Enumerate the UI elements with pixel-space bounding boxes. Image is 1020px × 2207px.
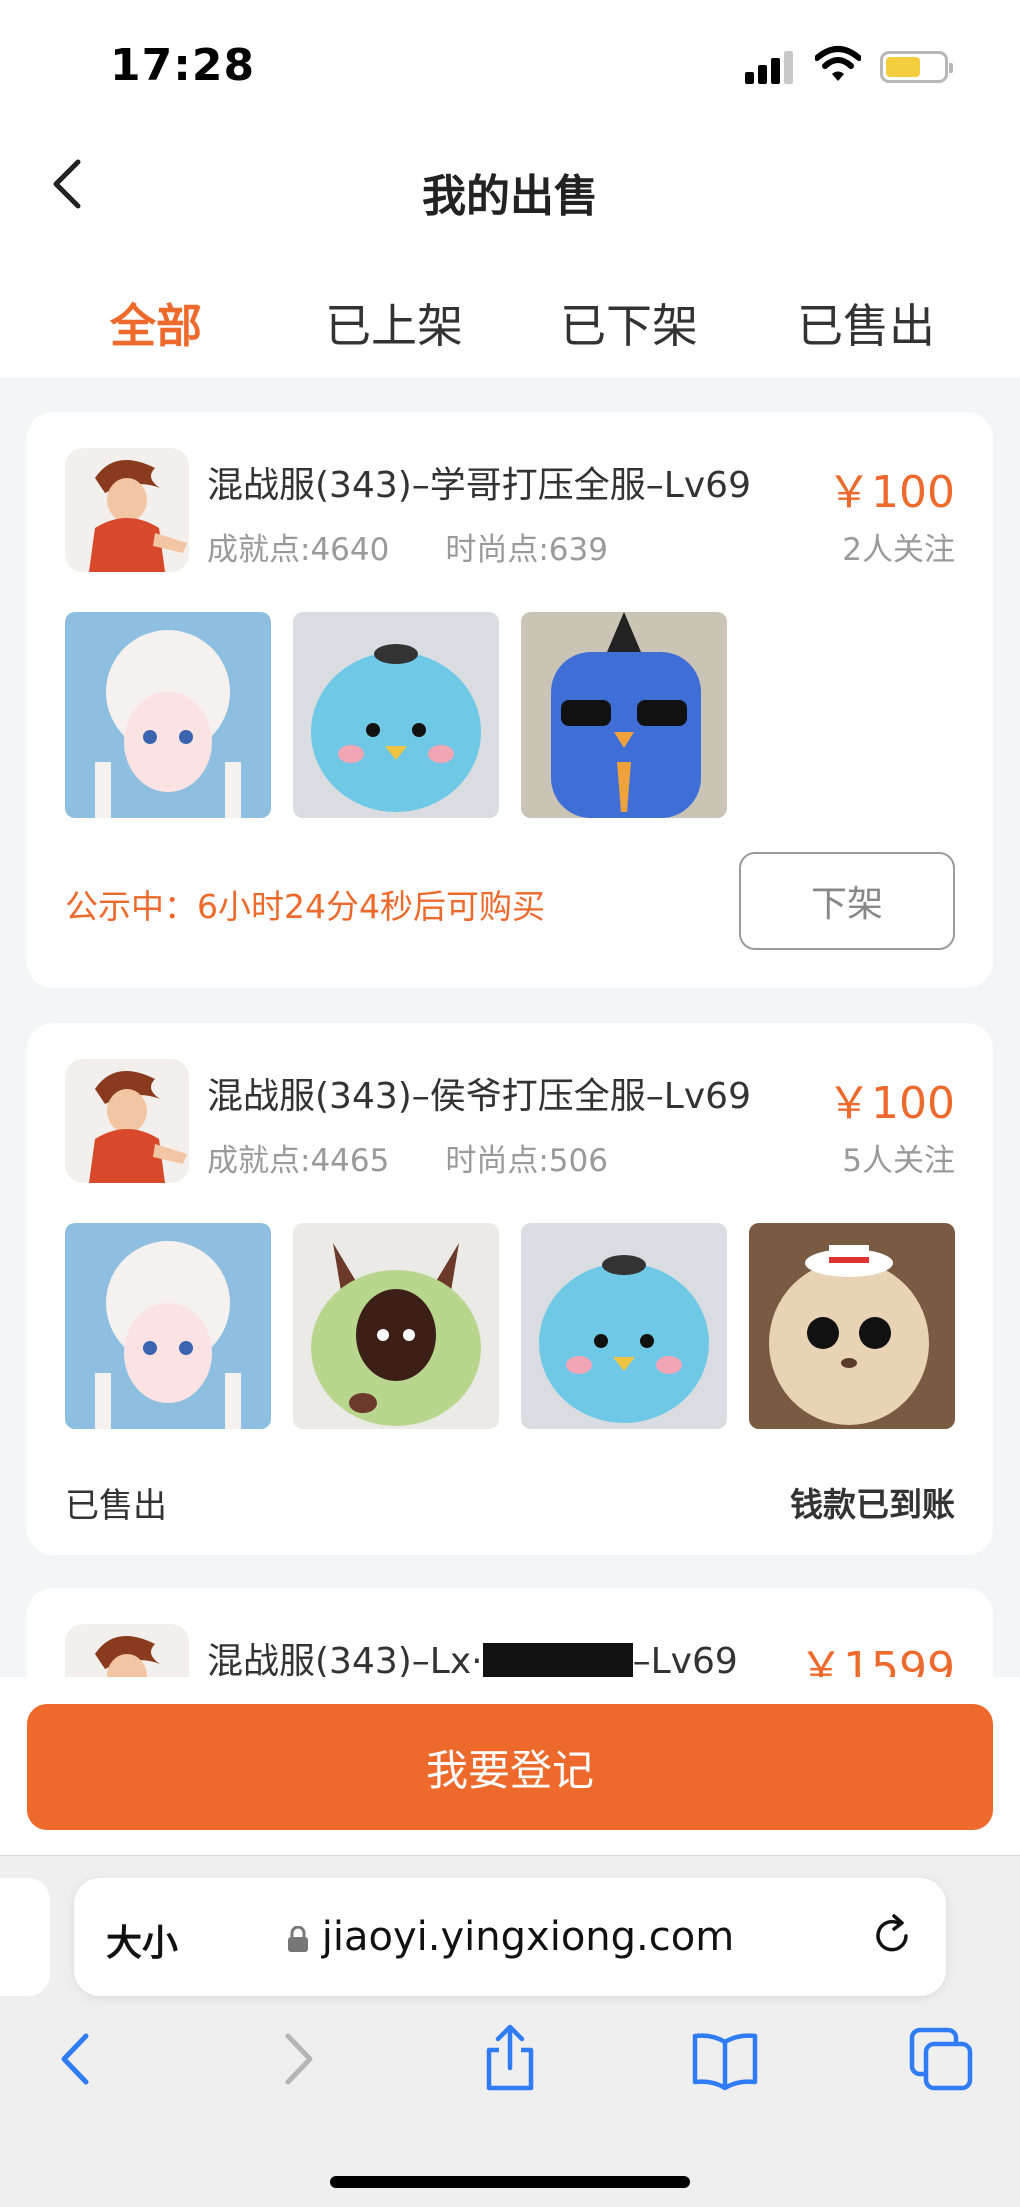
share-icon[interactable] — [475, 2024, 545, 2094]
account-avatar — [65, 1059, 189, 1183]
redacted-text — [482, 1643, 633, 1677]
listing-price: ￥100 — [827, 467, 955, 518]
listing-title-suffix: –Lv69 — [632, 1641, 738, 1678]
skin-thumbnail-blue-bird — [521, 1223, 727, 1429]
listing-card[interactable]: 混战服(343)–学哥打压全服–Lv69 ￥100 成就点:4640 时尚点:63… — [27, 412, 993, 988]
tab-listed[interactable]: 已上架 — [325, 290, 463, 356]
follower-count: 5人关注 — [842, 1143, 955, 1179]
url-text: jiaoyi.yingxiong.com — [321, 1914, 735, 1960]
tabs-icon[interactable] — [906, 2024, 976, 2094]
address-bar[interactable]: 大小 jiaoyi.yingxiong.com — [74, 1878, 946, 1996]
safari-toolbar: 大小 jiaoyi.yingxiong.com — [0, 1855, 1020, 2207]
sold-status: 已售出 — [65, 1486, 167, 1526]
skin-thumbnail-blue-bird — [293, 612, 499, 818]
listing-title: 混战服(343)–侯爷打压全服–Lv69 — [207, 1076, 751, 1117]
page-title: 我的出售 — [422, 171, 598, 222]
delist-button[interactable]: 下架 — [739, 852, 955, 950]
register-bar: 我要登记 — [0, 1677, 1020, 1855]
battery-icon — [880, 51, 953, 83]
tab-delisted[interactable]: 已下架 — [560, 290, 698, 356]
account-avatar — [65, 448, 189, 572]
listing-stats: 成就点:4465 时尚点:506 — [207, 1135, 608, 1180]
nav-bar: 我的出售 — [0, 130, 1020, 245]
skin-thumbnail-curly-hair — [65, 1223, 271, 1429]
listing-stats: 成就点:4640 时尚点:639 — [207, 524, 608, 569]
tab-sold[interactable]: 已售出 — [797, 290, 935, 356]
listing-price: ￥100 — [827, 1078, 955, 1129]
status-bar: 17:28 — [0, 0, 1020, 130]
filter-tabs: 全部 已上架 已下架 已售出 — [0, 270, 1020, 370]
register-button[interactable]: 我要登记 — [27, 1704, 993, 1830]
skin-thumbnails — [65, 1223, 955, 1429]
skin-thumbnail-squirrel — [749, 1223, 955, 1429]
reload-icon[interactable] — [868, 1912, 916, 1960]
listing-card[interactable]: 混战服(343)–侯爷打压全服–Lv69 ￥100 成就点:4465 时尚点:50… — [27, 1023, 993, 1555]
fashion-points: 时尚点:506 — [445, 1143, 608, 1179]
public-notice-countdown: 公示中：6小时24分4秒后可购买 — [65, 887, 545, 926]
skin-thumbnail-horned-monster — [293, 1223, 499, 1429]
fashion-points: 时尚点:639 — [445, 532, 608, 568]
skin-thumbnails — [65, 612, 727, 818]
skin-thumbnail-sunglasses-bird — [521, 612, 727, 818]
achievement-points: 成就点:4465 — [207, 1143, 390, 1179]
back-arrow-icon[interactable] — [42, 2024, 112, 2094]
listing-title: 混战服(343)–Lx· –Lv69 — [207, 1632, 738, 1678]
home-indicator — [330, 2176, 690, 2188]
listing-price: ￥1599 — [799, 1643, 955, 1678]
skin-thumbnail-curly-hair — [65, 612, 271, 818]
listing-title-prefix: 混战服(343)–Lx· — [207, 1641, 483, 1678]
listing-card[interactable]: 混战服(343)–Lx· –Lv69 ￥1599 — [27, 1588, 993, 1678]
follower-count: 2人关注 — [842, 532, 955, 568]
listing-title: 混战服(343)–学哥打压全服–Lv69 — [207, 465, 751, 506]
payment-status: 钱款已到账 — [790, 1485, 955, 1524]
forward-arrow-icon[interactable] — [262, 2024, 332, 2094]
tab-all[interactable]: 全部 — [110, 290, 202, 356]
listing-list: 混战服(343)–学哥打压全服–Lv69 ￥100 成就点:4640 时尚点:63… — [0, 378, 1020, 1678]
cellular-signal-icon — [745, 50, 797, 84]
url-display[interactable]: jiaoyi.yingxiong.com — [74, 1914, 946, 1960]
previous-tab-preview[interactable] — [0, 1878, 50, 1996]
status-time: 17:28 — [110, 40, 256, 91]
bookmarks-icon[interactable] — [690, 2024, 760, 2094]
lock-icon — [287, 1926, 308, 1952]
wifi-icon — [815, 46, 861, 81]
account-avatar — [65, 1624, 189, 1678]
achievement-points: 成就点:4640 — [207, 532, 390, 568]
